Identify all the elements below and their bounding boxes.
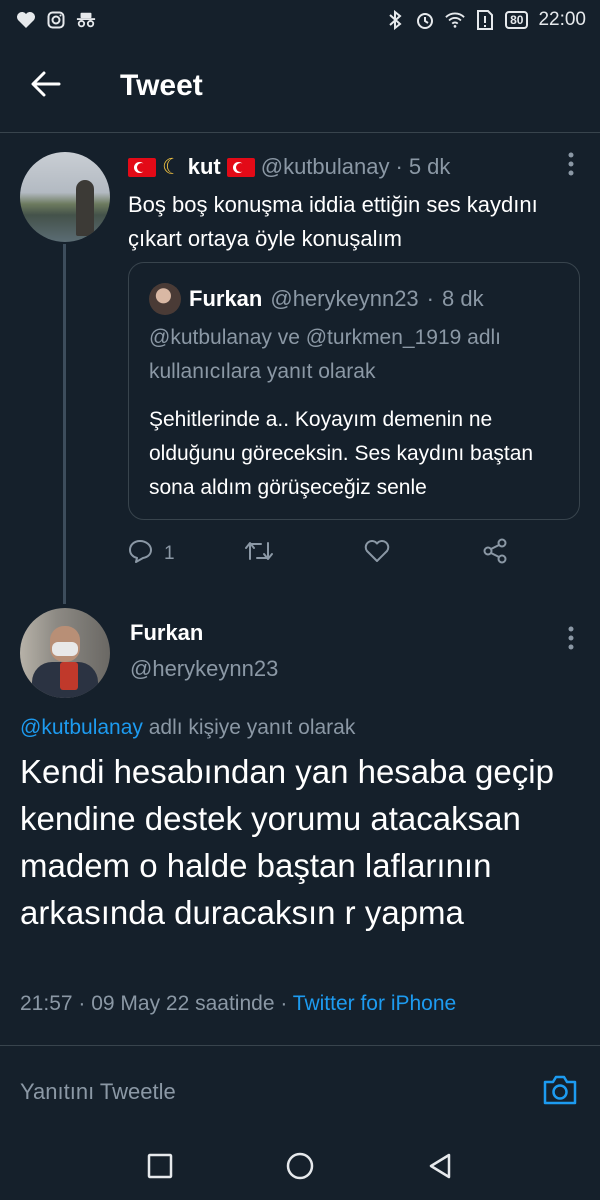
avatar [149,283,181,315]
camera-icon [542,1074,578,1111]
reply-composer [0,1048,600,1136]
clock: 22:00 [538,9,586,30]
back-nav-button[interactable] [420,1148,460,1188]
more-options-button[interactable] [568,626,574,651]
reply-count: 1 [164,543,175,564]
reply-input[interactable] [20,1079,540,1105]
bluetooth-icon [385,10,405,30]
circle-icon [285,1151,315,1186]
display-name: Furkan [189,286,263,311]
turkey-flag-icon [226,157,255,177]
tweet-timestamp: 21:57 · 09 May 22 saatinde · [20,992,293,1015]
top-app-bar: Tweet [0,40,600,133]
triangle-back-icon [427,1152,453,1185]
display-name[interactable]: kut [188,154,221,180]
share-icon [482,538,508,570]
instagram-icon [46,10,66,30]
status-right-icons: 80 22:00 [385,9,586,31]
square-icon [147,1153,173,1184]
wifi-icon [445,10,465,30]
separator-dot: · [395,154,403,179]
share-button[interactable] [482,534,508,574]
reply-button[interactable]: 1 [128,534,175,574]
like-button[interactable] [364,534,400,574]
separator-dot: · [426,286,434,311]
alarm-icon [415,10,435,30]
sim-alert-icon [475,10,495,30]
battery-indicator: 80 [505,11,529,29]
tweet-actions: 1 [128,534,528,574]
page-title: Tweet [120,69,203,102]
system-navigation-bar [0,1136,600,1200]
arrow-left-icon [31,71,61,102]
retweet-button[interactable] [244,534,284,574]
tweet-meta: 21:57 · 09 May 22 saatinde · Twitter for… [20,992,456,1016]
tweet-text: Boş boş konuşma iddia ettiğin ses kaydın… [128,192,538,251]
source-link[interactable]: Twitter for iPhone [293,992,456,1015]
tweet-header: ☾ kut @kutbulanay · 5 dk [128,154,450,180]
crescent-moon-icon: ☾ [162,154,182,179]
tweet-time: 5 dk [408,154,451,179]
quoted-tweet[interactable]: Furkan @herykeynn23 · 8 dk @kutbulanay v… [128,262,580,520]
parent-tweet[interactable]: ☾ kut @kutbulanay · 5 dk Boş boş konuşma… [0,134,600,604]
more-vertical-icon [568,152,574,182]
retweet-icon [244,539,274,569]
quoted-tweet-text: Şehitlerinde a.. Koyayım demenin ne oldu… [149,408,534,499]
avatar[interactable] [20,608,110,698]
avatar[interactable] [20,152,110,242]
more-vertical-icon [568,626,574,656]
recents-button[interactable] [140,1148,180,1188]
heart-icon [364,539,390,569]
user-handle[interactable]: @kutbulanay [261,154,390,180]
reply-context-suffix: adlı kişiye yanıt olarak [142,716,356,739]
more-options-button[interactable] [568,152,574,177]
mention-link[interactable]: @kutbulanay [20,716,143,739]
thread-connector [63,244,66,604]
back-button[interactable] [16,56,76,116]
display-name[interactable]: Furkan [130,620,203,646]
reply-context: @kutbulanay ve @turkmen_1919 adlı kullan… [149,326,502,383]
turkey-flag-icon [128,157,156,177]
user-handle[interactable]: @herykeynn23 [130,656,278,682]
camera-button[interactable] [540,1072,580,1112]
home-button[interactable] [280,1148,320,1188]
focused-tweet: Furkan @herykeynn23 @kutbulanay adlı kiş… [0,596,600,1046]
quoted-tweet-header: Furkan @herykeynn23 · 8 dk [149,283,484,315]
status-bar: 80 22:00 [0,0,600,40]
tweet-time: 8 dk [442,286,484,311]
status-left-icons [16,10,96,30]
reply-icon [128,539,154,569]
user-handle: @herykeynn23 [270,286,419,311]
tweet-text: Kendi hesabından yan hesaba geçip kendin… [20,753,554,931]
reply-context: @kutbulanay adlı kişiye yanıt olarak [20,716,355,740]
heart-icon [16,10,36,30]
incognito-icon [76,10,96,30]
